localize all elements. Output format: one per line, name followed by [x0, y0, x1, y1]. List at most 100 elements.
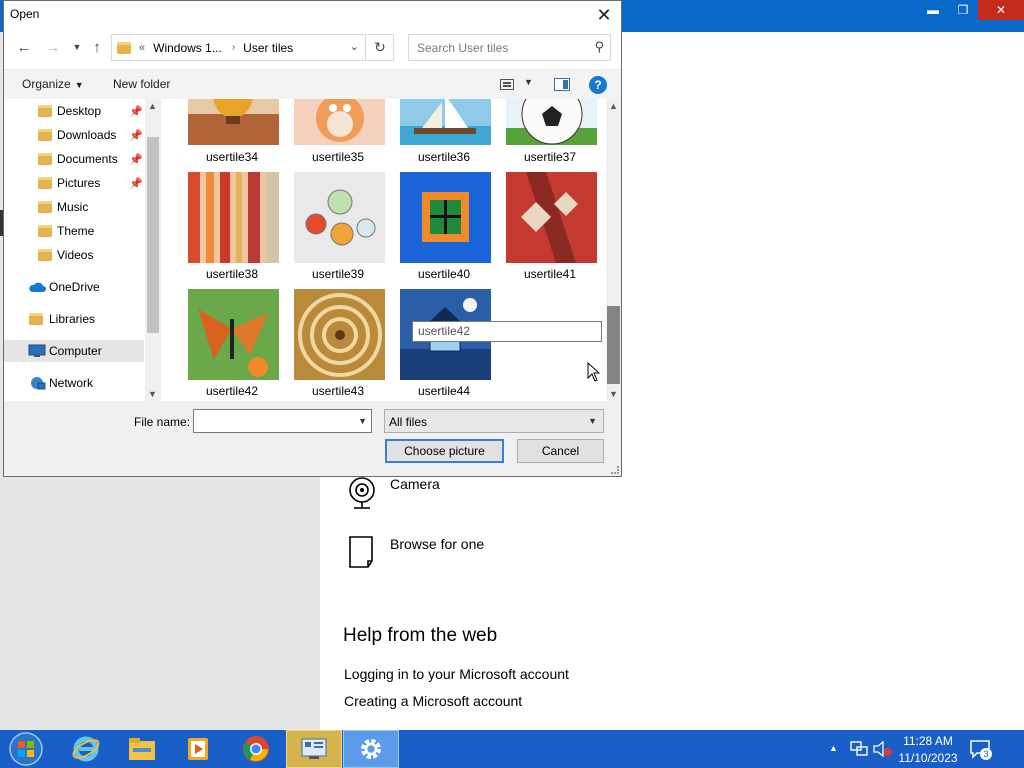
address-dropdown-icon[interactable]: ⌄ — [350, 40, 359, 53]
help-icon[interactable]: ? — [589, 76, 607, 94]
network-status-icon[interactable] — [850, 741, 868, 757]
folder-pictures-icon — [38, 177, 52, 189]
clock-date[interactable]: 11/10/2023 — [896, 751, 960, 765]
nav-item-onedrive[interactable]: OneDrive — [4, 276, 144, 298]
help-link-logging-in[interactable]: Logging in to your Microsoft account — [344, 666, 569, 682]
usertile-thumbnail — [506, 99, 597, 145]
nav-item-label: Desktop — [57, 104, 102, 118]
file-name: usertile42 — [205, 384, 259, 398]
organize-label: Organize — [22, 77, 71, 91]
organize-button[interactable]: Organize ▼ — [22, 77, 84, 91]
taskbar-settings[interactable] — [343, 730, 399, 768]
taskbar-media-player[interactable] — [170, 730, 226, 768]
nav-item-desktop[interactable]: Desktop 📌 — [4, 100, 144, 122]
taskbar-chrome[interactable] — [228, 730, 284, 768]
search-placeholder: Search User tiles — [417, 41, 509, 55]
scroll-up-icon[interactable]: ▲ — [148, 101, 157, 111]
nav-item-label: Documents — [57, 152, 118, 166]
open-dialog: Open ✕ ← → ▼ ↑ « Windows 1... › User til… — [3, 0, 622, 477]
rename-textbox[interactable]: usertile42 — [412, 321, 602, 342]
file-type-dropdown-icon: ▼ — [588, 416, 597, 426]
scroll-up-icon[interactable]: ▲ — [609, 101, 618, 111]
browse-option-label: Browse for one — [390, 536, 485, 552]
resize-grip[interactable] — [611, 466, 619, 474]
overflow-chevron-icon[interactable]: « — [139, 42, 145, 54]
breadcrumb-windows[interactable]: Windows 1... — [153, 41, 222, 55]
pin-icon[interactable]: 📌 — [129, 177, 143, 190]
start-button-icon[interactable] — [6, 731, 46, 767]
nav-item-videos[interactable]: Videos — [4, 244, 144, 266]
scroll-down-icon[interactable]: ▼ — [609, 389, 618, 399]
usertile-thumbnail — [506, 172, 597, 263]
choose-picture-button[interactable]: Choose picture — [385, 439, 504, 463]
nav-scroll-thumb[interactable] — [147, 137, 159, 333]
organize-dropdown-icon: ▼ — [74, 80, 84, 90]
help-link-create-account[interactable]: Creating a Microsoft account — [344, 693, 522, 709]
file-explorer-icon — [129, 738, 155, 760]
up-arrow-icon[interactable]: ↑ — [87, 37, 107, 57]
nav-item-theme[interactable]: Theme — [4, 220, 144, 242]
usertile-thumbnail — [188, 289, 279, 380]
close-button[interactable]: ✕ — [978, 0, 1024, 20]
scroll-down-icon[interactable]: ▼ — [148, 389, 157, 399]
nav-item-documents[interactable]: Documents 📌 — [4, 148, 144, 170]
help-section-title: Help from the web — [343, 625, 498, 646]
file-name-dropdown-icon[interactable]: ▼ — [358, 416, 367, 426]
address-bar[interactable]: « Windows 1... › User tiles ⌄ — [111, 34, 366, 61]
camera-option-label: Camera — [390, 476, 440, 492]
folder-downloads-icon — [38, 129, 52, 141]
nav-item-label: Downloads — [57, 128, 117, 142]
recent-locations-chevron-icon[interactable]: ▼ — [67, 37, 87, 57]
nav-item-downloads[interactable]: Downloads 📌 — [4, 124, 144, 146]
new-folder-button[interactable]: New folder — [113, 77, 170, 91]
internet-explorer-icon — [72, 736, 100, 762]
file-name: usertile43 — [311, 384, 365, 398]
search-box[interactable]: Search User tiles ⚲ — [408, 34, 611, 61]
breadcrumb-separator-icon[interactable]: › — [232, 42, 235, 53]
nav-pane-scrollbar[interactable]: ▲ ▼ — [145, 99, 161, 401]
nav-item-pictures[interactable]: Pictures 📌 — [4, 172, 144, 194]
view-options-dropdown-icon[interactable]: ▼ — [524, 77, 533, 87]
network-icon — [31, 377, 46, 390]
pin-icon[interactable]: 📌 — [129, 129, 143, 142]
pin-icon[interactable]: 📌 — [129, 105, 143, 118]
chrome-icon — [243, 736, 269, 762]
browse-option[interactable]: Browse for one — [346, 536, 484, 570]
file-scroll-thumb[interactable] — [607, 306, 620, 384]
taskbar-internet-explorer[interactable] — [58, 730, 114, 768]
forward-arrow-icon[interactable]: → — [43, 37, 63, 57]
nav-item-label: Theme — [57, 224, 95, 238]
volume-muted-icon[interactable] — [873, 741, 893, 757]
file-name: usertile39 — [311, 267, 365, 281]
nav-item-label: Videos — [57, 248, 94, 262]
change-view-icon[interactable] — [500, 79, 514, 90]
breadcrumb-user-tiles[interactable]: User tiles — [243, 41, 293, 55]
computer-icon — [28, 344, 46, 357]
nav-item-network[interactable]: Network — [4, 372, 144, 394]
preview-pane-icon[interactable] — [554, 78, 570, 91]
nav-item-libraries[interactable]: Libraries — [4, 308, 144, 330]
nav-item-computer[interactable]: Computer — [4, 340, 144, 362]
taskbar-control-panel[interactable] — [286, 730, 342, 768]
file-name-input[interactable]: ▼ — [193, 409, 372, 433]
camera-option[interactable]: Camera — [346, 476, 440, 510]
taskbar-file-explorer[interactable] — [114, 730, 170, 768]
usertile-thumbnail — [400, 172, 491, 263]
file-type-select[interactable]: All files ▼ — [384, 409, 604, 433]
file-name: usertile36 — [417, 150, 471, 164]
file-list-scrollbar[interactable]: ▲ ▼ — [606, 99, 621, 401]
refresh-button[interactable]: ↻ — [367, 34, 394, 61]
usertile-thumbnail — [294, 172, 385, 263]
nav-item-music[interactable]: Music — [4, 196, 144, 218]
nav-item-label: Network — [49, 376, 94, 390]
restore-button[interactable]: ❐ — [948, 0, 978, 20]
minimize-button[interactable]: ▬ — [918, 0, 948, 20]
cancel-button[interactable]: Cancel — [517, 439, 604, 463]
clock-time[interactable]: 11:28 AM — [900, 734, 956, 748]
dialog-close-button[interactable]: ✕ — [593, 4, 615, 26]
folder-documents-icon — [38, 153, 52, 165]
action-center-button[interactable]: 3 — [969, 738, 992, 760]
back-arrow-icon[interactable]: ← — [14, 37, 34, 57]
show-hidden-icons-icon[interactable]: ▲ — [829, 743, 838, 753]
pin-icon[interactable]: 📌 — [129, 153, 143, 166]
